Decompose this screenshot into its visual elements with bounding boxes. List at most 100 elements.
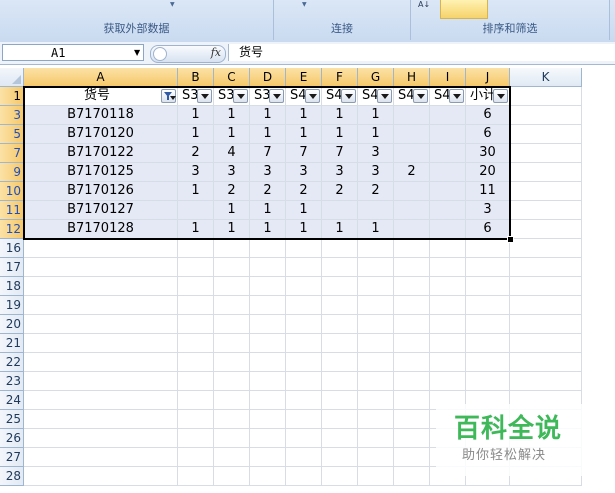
cell[interactable] [250,391,286,410]
cell[interactable] [214,391,250,410]
cell[interactable] [394,391,430,410]
table-header-cell[interactable]: S4 [358,87,394,106]
cell[interactable]: B7170128 [24,220,178,239]
row-header-9[interactable]: 9 [0,163,24,182]
cell[interactable] [394,144,430,163]
cell[interactable] [510,220,582,239]
cell[interactable] [430,125,466,144]
cell[interactable] [322,391,358,410]
cell[interactable] [214,448,250,467]
cell[interactable]: 6 [466,106,510,125]
cell[interactable]: 2 [394,163,430,182]
cell[interactable]: 7 [250,144,286,163]
cell[interactable] [214,372,250,391]
row-header-23[interactable]: 23 [0,372,24,391]
cell[interactable] [430,296,466,315]
cell[interactable] [510,125,582,144]
cell[interactable]: 20 [466,163,510,182]
cell[interactable] [24,448,178,467]
select-all-corner[interactable] [0,68,24,87]
cell[interactable]: 1 [286,201,322,220]
cell[interactable] [286,239,322,258]
cell[interactable] [510,277,582,296]
cell[interactable]: 3 [286,163,322,182]
cell[interactable] [250,277,286,296]
filter-dropdown-button[interactable] [449,89,464,103]
cell[interactable] [358,258,394,277]
cell[interactable] [250,315,286,334]
filter-dropdown-button[interactable] [413,89,428,103]
cell[interactable] [394,296,430,315]
cell[interactable] [510,372,582,391]
cell[interactable] [358,448,394,467]
dropdown-arrow-icon[interactable]: ▼ [170,1,175,8]
cell[interactable]: 3 [466,201,510,220]
cell[interactable] [286,296,322,315]
cell[interactable] [24,372,178,391]
cell[interactable] [214,315,250,334]
cell[interactable]: 1 [322,106,358,125]
cell[interactable] [322,467,358,486]
cell[interactable] [178,277,214,296]
cell[interactable] [286,277,322,296]
cell[interactable] [510,163,582,182]
ribbon-group-external-data[interactable]: ▼ 获取外部数据 [0,0,274,40]
cell[interactable] [250,410,286,429]
name-box-dropdown-icon[interactable]: ▼ [134,48,140,57]
dropdown-arrow-icon[interactable]: ▼ [302,1,307,8]
filter-dropdown-button[interactable] [197,89,212,103]
cell[interactable] [286,372,322,391]
cell[interactable] [250,429,286,448]
cell[interactable] [250,258,286,277]
cell[interactable] [322,334,358,353]
filter-active-button[interactable] [161,89,176,103]
cell[interactable] [394,239,430,258]
column-header-j[interactable]: J [466,68,510,87]
cell[interactable] [178,258,214,277]
filter-dropdown-button[interactable] [305,89,320,103]
cell[interactable]: 1 [214,125,250,144]
cell[interactable] [358,277,394,296]
cell[interactable] [430,258,466,277]
cell[interactable] [394,220,430,239]
cell[interactable] [430,239,466,258]
cell[interactable] [24,258,178,277]
cell[interactable] [466,372,510,391]
table-header-cell[interactable]: S3 [214,87,250,106]
cell[interactable] [394,125,430,144]
cell[interactable] [358,239,394,258]
cell[interactable] [24,239,178,258]
cell[interactable] [214,410,250,429]
ribbon-group-connections[interactable]: ▼ 连接 [274,0,411,40]
cell[interactable] [24,410,178,429]
cell[interactable]: 1 [214,106,250,125]
cell[interactable] [510,87,582,106]
cell[interactable] [322,315,358,334]
row-header-10[interactable]: 10 [0,182,24,201]
cell[interactable]: 1 [178,182,214,201]
cell[interactable] [430,106,466,125]
cell[interactable] [466,296,510,315]
cell[interactable] [358,334,394,353]
cell[interactable] [214,239,250,258]
cell[interactable] [214,258,250,277]
cell[interactable] [322,277,358,296]
column-header-h[interactable]: H [394,68,430,87]
cell[interactable] [250,372,286,391]
cell[interactable] [178,410,214,429]
column-header-b[interactable]: B [178,68,214,87]
cell[interactable] [358,467,394,486]
cell[interactable] [250,353,286,372]
cell[interactable] [394,201,430,220]
cell[interactable] [250,448,286,467]
cell[interactable] [250,334,286,353]
filter-dropdown-button[interactable] [377,89,392,103]
filter-dropdown-button[interactable] [341,89,356,103]
row-header-27[interactable]: 27 [0,448,24,467]
cell[interactable] [178,353,214,372]
cell[interactable]: B7170118 [24,106,178,125]
cell[interactable] [394,334,430,353]
table-header-cell[interactable]: S4 [394,87,430,106]
cell[interactable] [430,353,466,372]
cell[interactable] [358,410,394,429]
